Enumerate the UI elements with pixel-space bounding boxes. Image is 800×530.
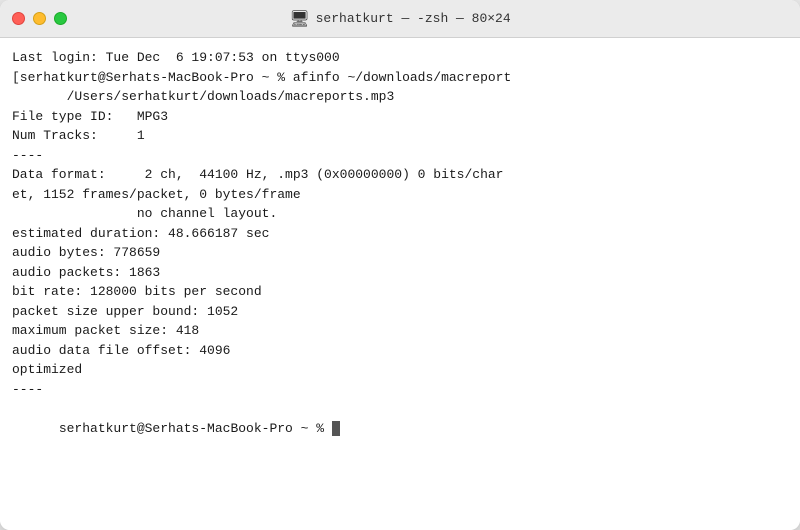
prompt-text: serhatkurt@Serhats-MacBook-Pro ~ % <box>59 421 332 436</box>
terminal-line: Last login: Tue Dec 6 19:07:53 on ttys00… <box>12 48 788 68</box>
terminal-line: et, 1152 frames/packet, 0 bytes/frame <box>12 185 788 205</box>
terminal-prompt-line: serhatkurt@Serhats-MacBook-Pro ~ % <box>12 399 788 458</box>
traffic-lights <box>12 12 67 25</box>
terminal-line: [serhatkurt@Serhats-MacBook-Pro ~ % afin… <box>12 68 788 88</box>
terminal-line: Data format: 2 ch, 44100 Hz, .mp3 (0x000… <box>12 165 788 185</box>
close-button[interactable] <box>12 12 25 25</box>
terminal-line: audio bytes: 778659 <box>12 243 788 263</box>
terminal-line: audio data file offset: 4096 <box>12 341 788 361</box>
terminal-line: ---- <box>12 146 788 166</box>
terminal-line: File type ID: MPG3 <box>12 107 788 127</box>
cursor <box>332 421 340 436</box>
terminal-line: ---- <box>12 380 788 400</box>
terminal-window: 🖥 serhatkurt — -zsh — 80×24 Last login: … <box>0 0 800 530</box>
terminal-line: packet size upper bound: 1052 <box>12 302 788 322</box>
terminal-line: audio packets: 1863 <box>12 263 788 283</box>
terminal-line: Num Tracks: 1 <box>12 126 788 146</box>
terminal-line: bit rate: 128000 bits per second <box>12 282 788 302</box>
terminal-line: no channel layout. <box>12 204 788 224</box>
title-bar-text: 🖥 serhatkurt — -zsh — 80×24 <box>289 9 510 29</box>
window-title: serhatkurt — -zsh — 80×24 <box>316 11 511 26</box>
terminal-body[interactable]: Last login: Tue Dec 6 19:07:53 on ttys00… <box>0 38 800 530</box>
terminal-line: maximum packet size: 418 <box>12 321 788 341</box>
maximize-button[interactable] <box>54 12 67 25</box>
terminal-line: estimated duration: 48.666187 sec <box>12 224 788 244</box>
title-bar: 🖥 serhatkurt — -zsh — 80×24 <box>0 0 800 38</box>
terminal-line: optimized <box>12 360 788 380</box>
terminal-icon: 🖥 <box>289 9 309 29</box>
terminal-line: /Users/serhatkurt/downloads/macreports.m… <box>12 87 788 107</box>
minimize-button[interactable] <box>33 12 46 25</box>
